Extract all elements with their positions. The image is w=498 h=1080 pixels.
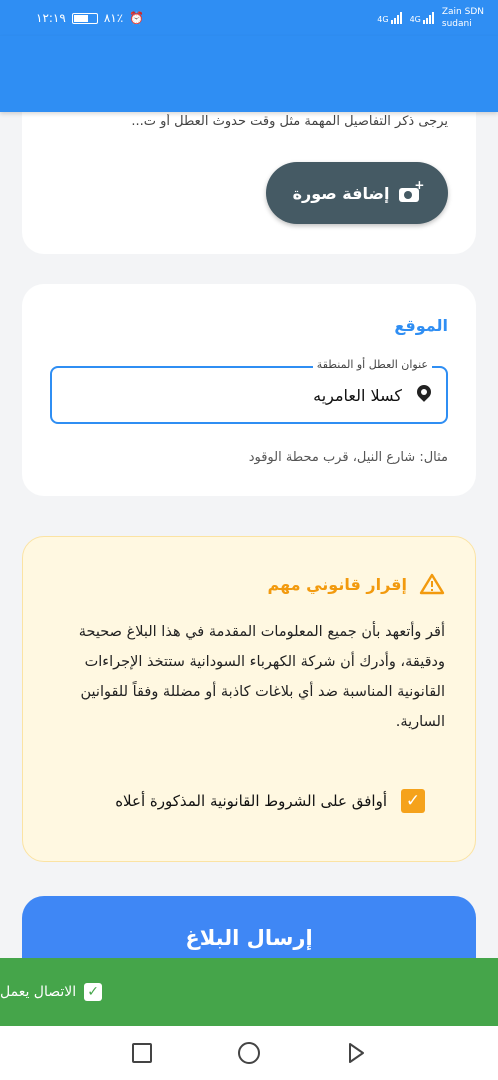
app-bar (0, 36, 498, 112)
system-nav-bar (0, 1026, 498, 1080)
add-photo-label: إضافة صورة (292, 183, 390, 203)
details-hint: يرجى ذكر التفاصيل المهمة مثل وقت حدوث ال… (131, 114, 448, 129)
location-field[interactable]: عنوان العطل أو المنطقة (50, 358, 448, 424)
location-field-label: عنوان العطل أو المنطقة (312, 358, 432, 371)
agree-label: أوافق على الشروط القانونية المذكورة أعلا… (115, 792, 387, 810)
legal-card: إقرار قانوني مهم أقر وأتعهد بأن جميع الم… (22, 536, 476, 862)
status-bar: ١٢:١٩ ٨١٪ ⏰ 4G 4G Zain SDN sudani (0, 0, 498, 36)
warning-icon (419, 573, 445, 595)
alarm-icon: ⏰ (129, 11, 145, 25)
status-bar-left: ١٢:١٩ ٨١٪ ⏰ (36, 11, 144, 25)
signal-icon-2: 4G (410, 12, 434, 24)
snackbar-message: الاتصال يعمل (0, 984, 77, 1000)
home-icon[interactable] (238, 1042, 260, 1064)
status-time: ١٢:١٩ (36, 11, 66, 25)
recents-icon[interactable] (132, 1043, 152, 1063)
legal-header: إقرار قانوني مهم (268, 573, 445, 595)
check-icon: ✓ (84, 983, 103, 1001)
location-title: الموقع (394, 316, 448, 335)
agree-row[interactable]: ✓ أوافق على الشروط القانونية المذكورة أع… (115, 789, 425, 813)
add-photo-button[interactable]: + إضافة صورة (266, 162, 448, 224)
location-pin-icon (414, 382, 434, 405)
location-example: مثال: شارع النيل، قرب محطة الوقود (248, 450, 448, 465)
battery-icon (71, 12, 98, 24)
legal-text: أقر وأتعهد بأن جميع المعلومات المقدمة في… (78, 624, 445, 730)
location-card: الموقع عنوان العطل أو المنطقة مثال: شارع… (22, 284, 476, 496)
signal-icon: 4G (377, 12, 402, 24)
agree-checkbox[interactable]: ✓ (401, 789, 425, 813)
legal-title: إقرار قانوني مهم (267, 574, 407, 594)
details-card: يرجى ذكر التفاصيل المهمة مثل وقت حدوث ال… (22, 90, 476, 254)
battery-level: ٨١٪ (103, 11, 124, 25)
back-icon[interactable] (346, 1042, 366, 1064)
location-input[interactable] (102, 385, 402, 405)
connection-snackbar: ✓ الاتصال يعمل (0, 958, 498, 1026)
status-bar-right: 4G 4G Zain SDN sudani (377, 6, 484, 30)
carrier-label: Zain SDN sudani (441, 7, 484, 29)
add-camera-icon: + (399, 178, 424, 202)
